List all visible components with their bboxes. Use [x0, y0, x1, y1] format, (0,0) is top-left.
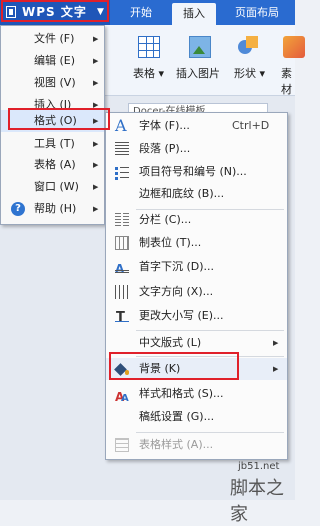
watermark-site: jb51.net	[238, 461, 280, 472]
submenu-arrow-icon: ▶	[93, 79, 99, 87]
table-style-icon	[115, 438, 129, 452]
menu-item-label: 帮助 (H)	[34, 202, 77, 215]
menu-item-table[interactable]: 表格 (A) ▶	[1, 154, 104, 176]
menu-item-label: 更改大小写 (E)...	[139, 309, 224, 322]
help-icon: ?	[11, 202, 25, 216]
submenu-arrow-icon: ▶	[93, 205, 99, 213]
menu-item-label: 窗口 (W)	[34, 180, 79, 193]
submenu-arrow-icon: ▶	[273, 339, 279, 347]
picture-icon[interactable]	[189, 36, 211, 58]
app-title: WPS 文字	[22, 5, 87, 19]
title-bar: WPS 文字 ▼ 开始 插入 页面布局	[0, 0, 295, 25]
menu-item-manuscript-setup[interactable]: 稿纸设置 (G)...	[106, 406, 287, 428]
menu-separator	[136, 432, 284, 433]
menu-item-window[interactable]: 窗口 (W) ▶	[1, 176, 104, 198]
menu-item-label: 工具 (T)	[34, 137, 75, 150]
menu-item-tab-stops[interactable]: 制表位 (T)...	[106, 232, 287, 254]
menu-item-label: 背景 (K)	[139, 362, 181, 375]
submenu-arrow-icon: ▶	[93, 161, 99, 169]
submenu-arrow-icon: ▶	[93, 140, 99, 148]
menu-item-label: 文字方向 (X)...	[139, 285, 214, 298]
menu-item-label: 项目符号和编号 (N)...	[139, 165, 247, 178]
font-icon: A	[115, 116, 127, 135]
shape-button[interactable]: 形状 ▾	[234, 65, 265, 81]
submenu-arrow-icon: ▶	[273, 365, 279, 373]
menu-item-format[interactable]: 格式 (O) ▶	[1, 110, 104, 132]
menu-item-label: 中文版式 (L)	[139, 336, 202, 349]
tab-insert[interactable]: 插入	[172, 3, 216, 25]
menu-separator	[136, 356, 284, 357]
menu-item-view[interactable]: 视图 (V) ▶	[1, 72, 104, 94]
menu-item-table-style: 表格样式 (A)...	[106, 434, 287, 456]
menu-item-file[interactable]: 文件 (F) ▶	[1, 28, 104, 50]
menu-item-paragraph[interactable]: 段落 (P)...	[106, 138, 287, 160]
wps-app-menu-button[interactable]: WPS 文字 ▼	[0, 0, 110, 25]
submenu-arrow-icon: ▶	[93, 57, 99, 65]
material-button[interactable]: 素材	[281, 65, 295, 97]
menu-item-label: 格式 (O)	[34, 114, 77, 127]
tab-stops-icon	[115, 236, 129, 250]
menu-item-label: 表格 (A)	[34, 158, 76, 171]
columns-icon	[115, 213, 129, 227]
drop-cap-icon	[115, 258, 129, 280]
main-menu: 文件 (F) ▶ 编辑 (E) ▶ 视图 (V) ▶ 插入 (I) ▶ 格式 (…	[0, 25, 105, 225]
table-button[interactable]: 表格 ▾	[133, 65, 164, 81]
menu-item-label: 稿纸设置 (G)...	[139, 410, 215, 423]
menu-separator	[136, 330, 284, 331]
menu-item-label: 制表位 (T)...	[139, 236, 202, 249]
tab-page-layout[interactable]: 页面布局	[222, 0, 292, 25]
menu-item-label: 表格样式 (A)...	[139, 438, 214, 451]
table-icon[interactable]	[138, 36, 160, 58]
menu-item-drop-cap[interactable]: 首字下沉 (D)...	[106, 256, 287, 280]
menu-item-label: 首字下沉 (D)...	[139, 260, 215, 273]
menu-item-chinese-layout[interactable]: 中文版式 (L) ▶	[106, 332, 287, 354]
shape-icon[interactable]	[238, 36, 260, 58]
menu-item-label: 字体 (F)...	[139, 119, 190, 132]
menu-item-borders-shading[interactable]: 边框和底纹 (B)...	[106, 183, 287, 205]
paragraph-icon	[115, 142, 129, 156]
menu-item-edit[interactable]: 编辑 (E) ▶	[1, 50, 104, 72]
format-submenu: A 字体 (F)... Ctrl+D 段落 (P)... 项目符号和编号 (N)…	[105, 112, 288, 460]
menu-item-tools[interactable]: 工具 (T) ▶	[1, 133, 104, 155]
submenu-arrow-icon: ▶	[93, 35, 99, 43]
menu-item-label: 文件 (F)	[34, 32, 75, 45]
menu-item-label: 编辑 (E)	[34, 54, 76, 67]
material-icon[interactable]	[283, 36, 305, 58]
watermark-name: 脚本之家	[230, 478, 284, 525]
menu-item-label: 分栏 (C)...	[139, 213, 192, 226]
menu-item-label: 边框和底纹 (B)...	[139, 187, 225, 200]
insert-picture-button[interactable]: 插入图片	[176, 65, 220, 81]
menu-item-columns[interactable]: 分栏 (C)...	[106, 209, 287, 231]
submenu-arrow-icon: ▶	[93, 117, 99, 125]
menu-item-styles-formatting[interactable]: 样式和格式 (S)...	[106, 383, 287, 410]
change-case-icon	[115, 307, 129, 329]
text-direction-icon	[115, 285, 129, 299]
menu-item-text-direction[interactable]: 文字方向 (X)...	[106, 281, 287, 303]
wps-logo-icon	[6, 6, 16, 18]
bullets-icon	[115, 165, 129, 179]
dropdown-arrow-icon: ▼	[97, 7, 104, 17]
paint-bucket-icon	[115, 362, 129, 376]
submenu-arrow-icon: ▶	[93, 183, 99, 191]
menu-item-help[interactable]: ? 帮助 (H) ▶	[1, 198, 104, 220]
menu-item-font[interactable]: A 字体 (F)... Ctrl+D	[106, 115, 287, 137]
styles-icon	[115, 386, 129, 410]
menu-item-label: 段落 (P)...	[139, 142, 191, 155]
menu-item-change-case[interactable]: 更改大小写 (E)...	[106, 305, 287, 329]
shortcut-label: Ctrl+D	[232, 119, 270, 132]
menu-item-label: 样式和格式 (S)...	[139, 387, 224, 400]
menu-item-background[interactable]: 背景 (K) ▶	[106, 358, 287, 380]
tab-home[interactable]: 开始	[116, 0, 166, 25]
menu-item-bullets-numbering[interactable]: 项目符号和编号 (N)...	[106, 161, 287, 183]
menu-item-label: 视图 (V)	[34, 76, 76, 89]
